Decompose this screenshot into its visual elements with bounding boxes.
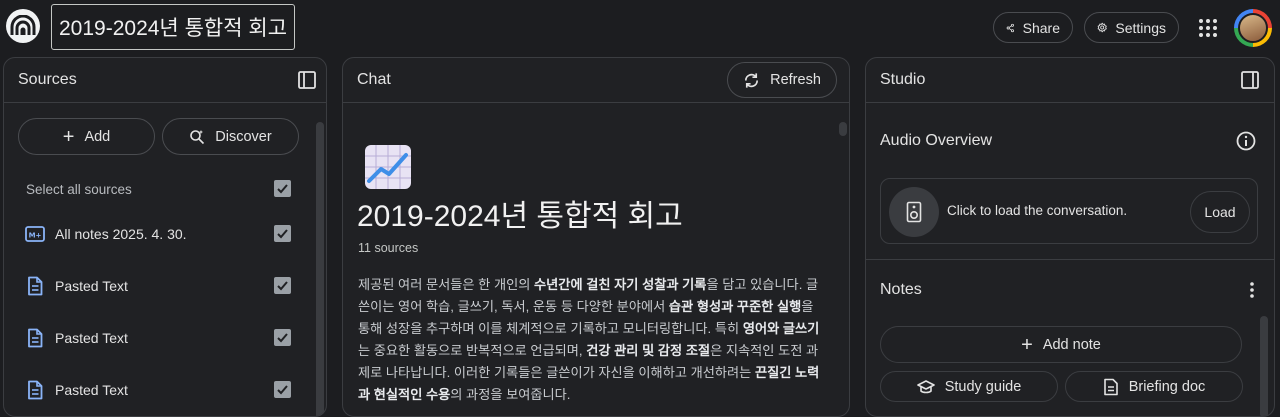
source-checkbox[interactable]	[274, 277, 291, 294]
source-label: All notes 2025. 4. 30.	[55, 226, 187, 242]
refresh-icon	[745, 72, 759, 88]
settings-button[interactable]: Settings	[1084, 12, 1179, 43]
sources-header: Sources	[4, 58, 326, 103]
refresh-button[interactable]: Refresh	[727, 62, 837, 98]
add-source-button[interactable]: + Add	[18, 118, 155, 155]
logo-icon	[10, 15, 36, 35]
add-note-button[interactable]: + Add note	[880, 326, 1242, 363]
svg-text:M+: M+	[29, 232, 42, 240]
discover-sources-button[interactable]: Discover	[162, 118, 299, 155]
source-item[interactable]: M+ All notes 2025. 4. 30.	[25, 219, 299, 249]
share-label: Share	[1022, 19, 1060, 36]
divider	[866, 259, 1274, 260]
gear-icon	[1097, 22, 1107, 33]
chat-title: Chat	[357, 71, 391, 88]
discover-search-icon	[190, 129, 205, 144]
audio-prompt: Click to load the conversation.	[947, 203, 1128, 218]
load-button[interactable]: Load	[1190, 191, 1250, 233]
study-guide-button[interactable]: Study guide	[880, 371, 1058, 402]
sources-scrollbar[interactable]	[316, 122, 324, 416]
refresh-label: Refresh	[770, 72, 821, 88]
chart-increasing-icon	[365, 145, 411, 189]
document-icon	[28, 328, 43, 348]
plus-icon: +	[1021, 333, 1033, 356]
notebook-title-input[interactable]: 2019-2024년 통합적 회고	[51, 4, 296, 50]
chat-panel: Chat Refresh 2019-2024년 통합적 회고 11 source…	[342, 57, 850, 417]
info-icon[interactable]	[1236, 131, 1256, 151]
check-icon	[277, 385, 288, 395]
source-checkbox[interactable]	[274, 225, 291, 242]
studio-header: Studio	[866, 58, 1274, 103]
select-all-label: Select all sources	[26, 181, 132, 197]
briefing-doc-button[interactable]: Briefing doc	[1065, 371, 1243, 402]
notebook-summary: 제공된 여러 문서들은 한 개인의 수년간에 걸친 자기 성찰과 기록을 담고 …	[358, 277, 820, 402]
sources-panel: Sources + Add Discover Select all source…	[3, 57, 327, 417]
source-label: Pasted Text	[55, 278, 128, 294]
apps-grid-icon[interactable]	[1198, 18, 1218, 38]
collapse-panel-icon[interactable]	[297, 70, 317, 90]
document-icon	[28, 380, 43, 400]
graduation-cap-icon	[916, 379, 935, 393]
add-label: Add	[84, 128, 111, 145]
account-avatar[interactable]	[1234, 9, 1272, 47]
select-all-row[interactable]: Select all sources	[25, 174, 299, 204]
audio-icon	[889, 187, 939, 237]
briefing-doc-label: Briefing doc	[1128, 378, 1206, 395]
source-count: 11 sources	[358, 241, 419, 255]
source-checkbox[interactable]	[274, 329, 291, 346]
settings-label: Settings	[1115, 19, 1166, 36]
source-item[interactable]: Pasted Text	[25, 271, 299, 301]
notes-label: Notes	[880, 281, 922, 298]
source-label: Pasted Text	[55, 382, 128, 398]
notebook-heading: 2019-2024년 통합적 회고	[357, 200, 683, 233]
avatar-image	[1238, 13, 1268, 43]
briefing-doc-icon	[1103, 378, 1118, 395]
check-icon	[277, 184, 288, 194]
add-note-label: Add note	[1042, 336, 1101, 353]
sources-title: Sources	[18, 71, 77, 88]
share-button[interactable]: Share	[993, 12, 1073, 43]
check-icon	[277, 333, 288, 343]
source-item[interactable]: Pasted Text	[25, 323, 299, 353]
source-checkbox[interactable]	[274, 381, 291, 398]
memo-icon: M+	[25, 226, 45, 242]
check-icon	[277, 229, 288, 239]
studio-panel: Studio Audio Overview Click to load the …	[865, 57, 1275, 417]
studio-title: Studio	[880, 71, 926, 88]
plus-icon: +	[62, 125, 75, 148]
audio-overview-card: Click to load the conversation. Load	[880, 178, 1258, 244]
select-all-checkbox[interactable]	[274, 180, 291, 197]
chat-scrollbar[interactable]	[839, 122, 847, 136]
source-label: Pasted Text	[55, 330, 128, 346]
audio-overview-label: Audio Overview	[880, 132, 993, 149]
discover-label: Discover	[215, 128, 272, 145]
study-guide-label: Study guide	[944, 378, 1022, 395]
share-icon	[1006, 23, 1014, 32]
document-icon	[28, 276, 43, 296]
studio-scrollbar[interactable]	[1260, 316, 1268, 416]
more-vert-icon[interactable]	[1244, 280, 1260, 300]
top-bar: 2019-2024년 통합적 회고 Share Settings	[0, 0, 1280, 57]
collapse-studio-icon[interactable]	[1240, 70, 1260, 90]
notebooklm-logo[interactable]	[6, 9, 40, 43]
source-item[interactable]: Pasted Text	[25, 375, 299, 405]
check-icon	[277, 281, 288, 291]
